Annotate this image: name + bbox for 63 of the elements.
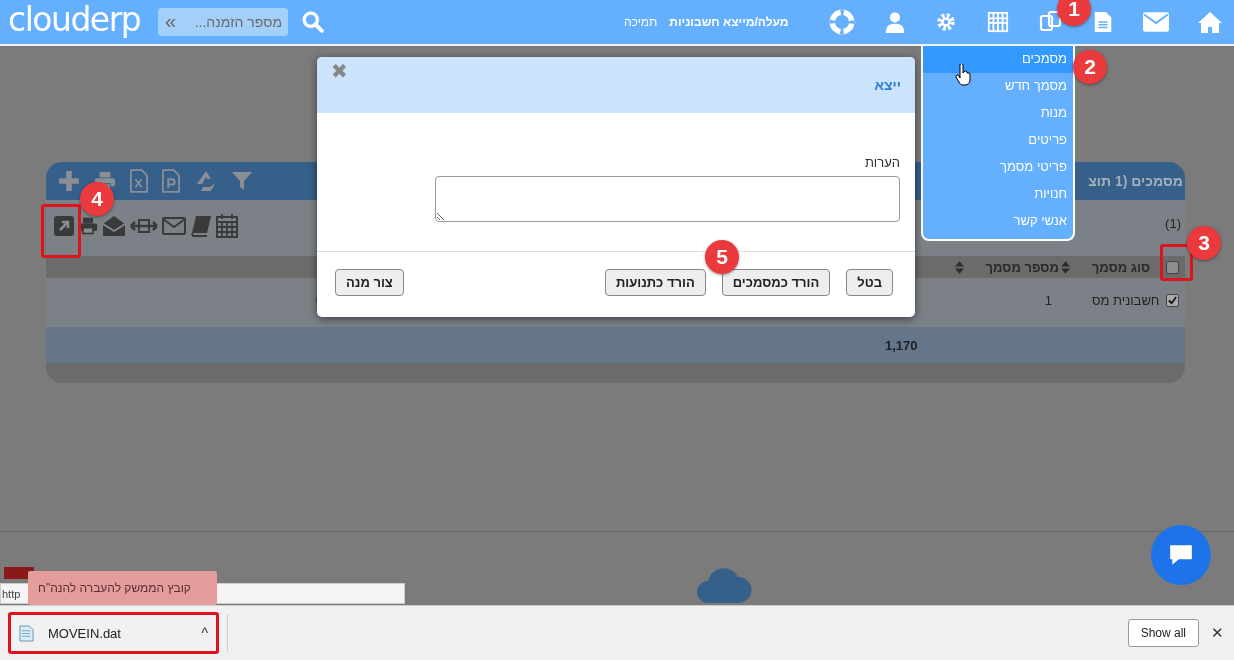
- menu-item[interactable]: אנשי קשר: [923, 208, 1073, 235]
- filter-icon[interactable]: [232, 171, 252, 191]
- field-label: הערות: [864, 155, 900, 170]
- envelope-icon[interactable]: [1143, 12, 1169, 32]
- highlight-frame: [41, 204, 81, 258]
- sort-icon[interactable]: [954, 260, 964, 274]
- speech-bubble-icon: [1168, 543, 1194, 567]
- calendar-icon[interactable]: [216, 214, 238, 238]
- logo[interactable]: clouderp: [8, 0, 158, 39]
- dialog-button[interactable]: הורד כמסמכים: [721, 269, 831, 296]
- plus-icon[interactable]: [58, 170, 80, 192]
- export-icon[interactable]: [54, 216, 74, 236]
- callout-badge: 2: [1073, 50, 1107, 84]
- dialog-button[interactable]: בטל: [846, 269, 893, 296]
- caret-icon[interactable]: ^: [201, 625, 208, 641]
- book-icon[interactable]: [190, 215, 212, 237]
- column-header[interactable]: מספר מסמך: [985, 259, 1059, 275]
- file-icon: [19, 624, 34, 642]
- row-checkbox[interactable]: [1166, 293, 1179, 307]
- hand-cursor-icon: [955, 64, 971, 86]
- download-item[interactable]: MOVEIN.dat ^: [8, 612, 219, 654]
- result-count: (1): [1165, 215, 1181, 231]
- search-icon[interactable]: [302, 11, 324, 33]
- spreadsheet-file-icon[interactable]: [130, 169, 148, 193]
- menu-item[interactable]: מסמכים: [923, 46, 1073, 73]
- close-button[interactable]: ✕: [1211, 624, 1224, 642]
- chevron-icon[interactable]: «: [165, 11, 177, 31]
- p-file-icon[interactable]: [162, 169, 180, 193]
- panel-title: מסמכים (1 תוצ: [1088, 173, 1183, 189]
- menu-item[interactable]: פריטים: [923, 127, 1073, 154]
- tooltip: קובץ הממשק להעברה להנה"ח: [28, 571, 217, 605]
- home-icon[interactable]: [1198, 11, 1222, 33]
- menu-item[interactable]: מנות: [923, 100, 1073, 127]
- show-all-button[interactable]: Show all: [1127, 619, 1199, 647]
- arrows-print-icon[interactable]: [130, 217, 158, 235]
- print-icon[interactable]: [78, 216, 98, 236]
- document-icon[interactable]: [1092, 9, 1114, 35]
- dialog-title: ייצא: [874, 77, 901, 93]
- callout-badge: 3: [1187, 226, 1221, 260]
- file-name: MOVEIN.dat: [48, 625, 122, 641]
- close-button[interactable]: ✖: [331, 61, 348, 81]
- sort-icon[interactable]: [1060, 260, 1070, 274]
- nav-link[interactable]: תמיכה: [624, 15, 658, 29]
- nav-link[interactable]: מעלה/מייצא חשבוניות: [669, 15, 789, 29]
- copy-icon[interactable]: [1039, 10, 1063, 34]
- chat-button[interactable]: [1151, 525, 1211, 585]
- total-amount: 1,170: [885, 337, 918, 353]
- user-icon[interactable]: [884, 10, 906, 34]
- abacus-icon[interactable]: [986, 11, 1010, 33]
- notes-field[interactable]: [435, 176, 900, 222]
- menu-item[interactable]: מסמך חדש: [923, 73, 1073, 100]
- menu-item[interactable]: חנויות: [923, 181, 1073, 208]
- envelope-icon[interactable]: [162, 217, 186, 235]
- table-cell: 1: [1044, 292, 1052, 308]
- open-envelope-icon[interactable]: [102, 215, 126, 237]
- select-all-checkbox[interactable]: [1166, 260, 1179, 274]
- dialog-button[interactable]: הורד כתנועות: [604, 269, 706, 296]
- lifebuoy-icon[interactable]: [829, 9, 855, 35]
- column-header[interactable]: סוג מסמך: [1091, 259, 1150, 275]
- menu-item[interactable]: פריטי מסמך: [923, 154, 1073, 181]
- table-cell-text: חשבונית מס: [1092, 292, 1161, 308]
- settings-icon[interactable]: [935, 11, 957, 33]
- create-batch-button[interactable]: צור מנה: [335, 269, 404, 296]
